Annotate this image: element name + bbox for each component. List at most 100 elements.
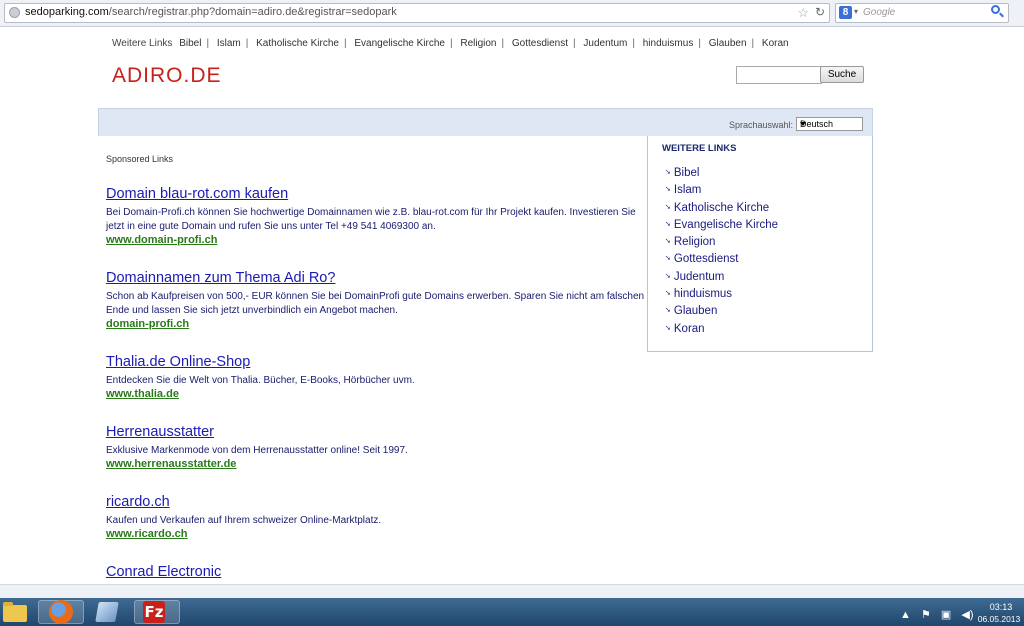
sidebar-item-label: Religion [673, 236, 716, 249]
language-select[interactable]: Deutsch [796, 117, 863, 131]
address-bar[interactable]: sedoparking.com/search/registrar.php?dom… [4, 3, 830, 23]
ad-description: Schon ab Kaufpreisen von 500,- EUR könne… [106, 291, 645, 316]
arrow-bullet-icon: ➘ [665, 272, 671, 280]
top-nav: Weitere Links Bibel | Islam | Katholische … [112, 38, 789, 49]
chevron-down-icon [800, 122, 806, 126]
sidebar-item-label: Evangelische Kirche [673, 218, 779, 231]
virtualbox-icon [95, 602, 119, 622]
arrow-bullet-icon: ➘ [665, 220, 671, 228]
top-nav-link-islam[interactable]: Islam [217, 38, 241, 49]
clock-date[interactable]: 06.05.2013 [974, 614, 1024, 624]
site-logo[interactable]: ADIRO.DE [112, 64, 222, 88]
arrow-bullet-icon: ➘ [665, 290, 671, 298]
sidebar-item-judentum[interactable]: ➘ Judentum [665, 269, 778, 286]
sidebar-item-koran[interactable]: ➘ Koran [665, 321, 778, 338]
sidebar-item-islam[interactable]: ➘ Islam [665, 182, 778, 199]
top-nav-link-gottesdienst[interactable]: Gottesdienst [512, 38, 568, 49]
ad-description: Bei Domain-Profi.ch können Sie hochwerti… [106, 207, 636, 232]
top-nav-lead: Weitere Links [112, 38, 173, 49]
ad-title-link[interactable]: ricardo.ch [106, 494, 646, 511]
ad-url-link[interactable]: domain-profi.ch [106, 318, 646, 331]
nav-separator: | [698, 38, 701, 49]
filezilla-icon: Fz [143, 601, 165, 623]
clock-time[interactable]: 03:13 [981, 602, 1021, 612]
top-nav-link-katholische-kirche[interactable]: Katholische Kirche [256, 38, 339, 49]
firefox-icon [49, 600, 73, 624]
nav-separator: | [632, 38, 635, 49]
sidebar-item-religion[interactable]: ➘ Religion [665, 234, 778, 251]
site-identity-icon[interactable] [9, 7, 20, 18]
network-icon[interactable]: ▣ [941, 609, 951, 621]
ad-description: Entdecken Sie die Welt von Thalia. Büche… [106, 375, 415, 386]
google-engine-icon[interactable]: 8 [839, 6, 852, 19]
ad-item: Domain blau-rot.com kaufen Bei Domain-Pr… [106, 186, 646, 247]
top-nav-link-evangelische-kirche[interactable]: Evangelische Kirche [354, 38, 445, 49]
arrow-bullet-icon: ➘ [665, 238, 671, 246]
sidebar-item-hinduismus[interactable]: ➘ hinduismus [665, 286, 778, 303]
top-nav-link-glauben[interactable]: Glauben [709, 38, 747, 49]
sidebar-list: ➘ Bibel ➘ Islam ➘ Katholische Kirche ➘ Evang… [665, 165, 778, 338]
top-nav-link-bibel[interactable]: Bibel [179, 38, 201, 49]
sidebar-item-bibel[interactable]: ➘ Bibel [665, 165, 778, 182]
sidebar-item-label: Gottesdienst [673, 253, 739, 266]
ad-description: Kaufen und Verkaufen auf Ihrem schweizer… [106, 515, 382, 526]
ad-item: Thalia.de Online-Shop Entdecken Sie die … [106, 354, 646, 401]
sidebar-item-glauben[interactable]: ➘ Glauben [665, 303, 778, 320]
sidebar-item-label: hinduismus [673, 288, 733, 301]
sponsored-label: Sponsored Links [106, 154, 174, 164]
url-path: /search/registrar.php?domain=adiro.de&re… [108, 6, 397, 18]
nav-separator: | [343, 38, 347, 49]
nav-separator: | [501, 38, 505, 49]
ad-url-link[interactable]: www.domain-profi.ch [106, 234, 646, 247]
site-search-button[interactable]: Suche [820, 66, 864, 83]
sidebar-item-label: Koran [673, 322, 705, 335]
site-search-input[interactable] [736, 66, 822, 84]
ad-title-link[interactable]: Thalia.de Online-Shop [106, 354, 646, 371]
nav-separator: | [245, 38, 249, 49]
bookmark-star-icon[interactable]: ☆ [797, 5, 809, 21]
sidebar-item-label: Islam [673, 184, 702, 197]
top-nav-link-hinduismus[interactable]: hinduismus [643, 38, 694, 49]
engine-dropdown-icon[interactable]: ▾ [854, 7, 858, 16]
arrow-bullet-icon: ➘ [665, 255, 671, 263]
taskbar: Fz [0, 598, 1024, 626]
top-nav-link-religion[interactable]: Religion [460, 38, 496, 49]
volume-icon[interactable]: ◀) [961, 609, 973, 621]
browser-toolbar: sedoparking.com/search/registrar.php?dom… [0, 0, 1024, 27]
ad-title-link[interactable]: Conrad Electronic [106, 564, 646, 581]
reload-icon[interactable]: ↻ [815, 5, 825, 19]
ad-url-link[interactable]: www.thalia.de [106, 388, 646, 401]
nav-separator: | [206, 38, 210, 49]
sidebar-title: WEITERE LINKS [662, 143, 737, 154]
ad-item: Herrenausstatter Exklusive Markenmode vo… [106, 424, 646, 471]
search-icon[interactable] [991, 5, 1000, 14]
address-bar-url: sedoparking.com/search/registrar.php?dom… [25, 6, 397, 18]
sidebar-item-label: Bibel [673, 167, 700, 179]
sidebar-item-label: Katholische Kirche [673, 201, 770, 214]
arrow-bullet-icon: ➘ [665, 324, 671, 332]
ad-title-link[interactable]: Domain blau-rot.com kaufen [106, 186, 646, 203]
ad-item: ricardo.ch Kaufen und Verkaufen auf Ihre… [106, 494, 646, 541]
sidebar-item-evangelische-kirche[interactable]: ➘ Evangelische Kirche [665, 217, 778, 234]
nav-separator: | [449, 38, 453, 49]
url-domain: sedoparking.com [25, 6, 109, 18]
nav-separator: | [751, 38, 755, 49]
sidebar-item-katholische-kirche[interactable]: ➘ Katholische Kirche [665, 200, 778, 217]
ad-title-link[interactable]: Herrenausstatter [106, 424, 646, 441]
browser-search-placeholder: Google [863, 7, 896, 18]
top-nav-link-koran[interactable]: Koran [762, 38, 789, 49]
ad-item: Conrad Electronic [106, 564, 646, 581]
ad-url-link[interactable]: www.herrenausstatter.de [106, 458, 646, 471]
action-center-flag-icon[interactable]: ⚑ [921, 609, 931, 621]
ad-title-link[interactable]: Domainnamen zum Thema Adi Ro? [106, 270, 646, 287]
top-nav-link-judentum[interactable]: Judentum [583, 38, 627, 49]
horizontal-scrollbar[interactable] [0, 584, 1024, 599]
show-hidden-icons-icon[interactable]: ▲ [900, 609, 911, 621]
ad-description: Exklusive Markenmode von dem Herrenausst… [106, 445, 408, 456]
arrow-bullet-icon: ➘ [665, 307, 671, 315]
browser-search-field[interactable]: 8 ▾ Google [835, 3, 1009, 23]
sidebar-item-gottesdienst[interactable]: ➘ Gottesdienst [665, 251, 778, 268]
arrow-bullet-icon: ➘ [665, 169, 671, 176]
ad-url-link[interactable]: www.ricardo.ch [106, 528, 646, 541]
sidebar-item-label: Judentum [673, 270, 725, 283]
